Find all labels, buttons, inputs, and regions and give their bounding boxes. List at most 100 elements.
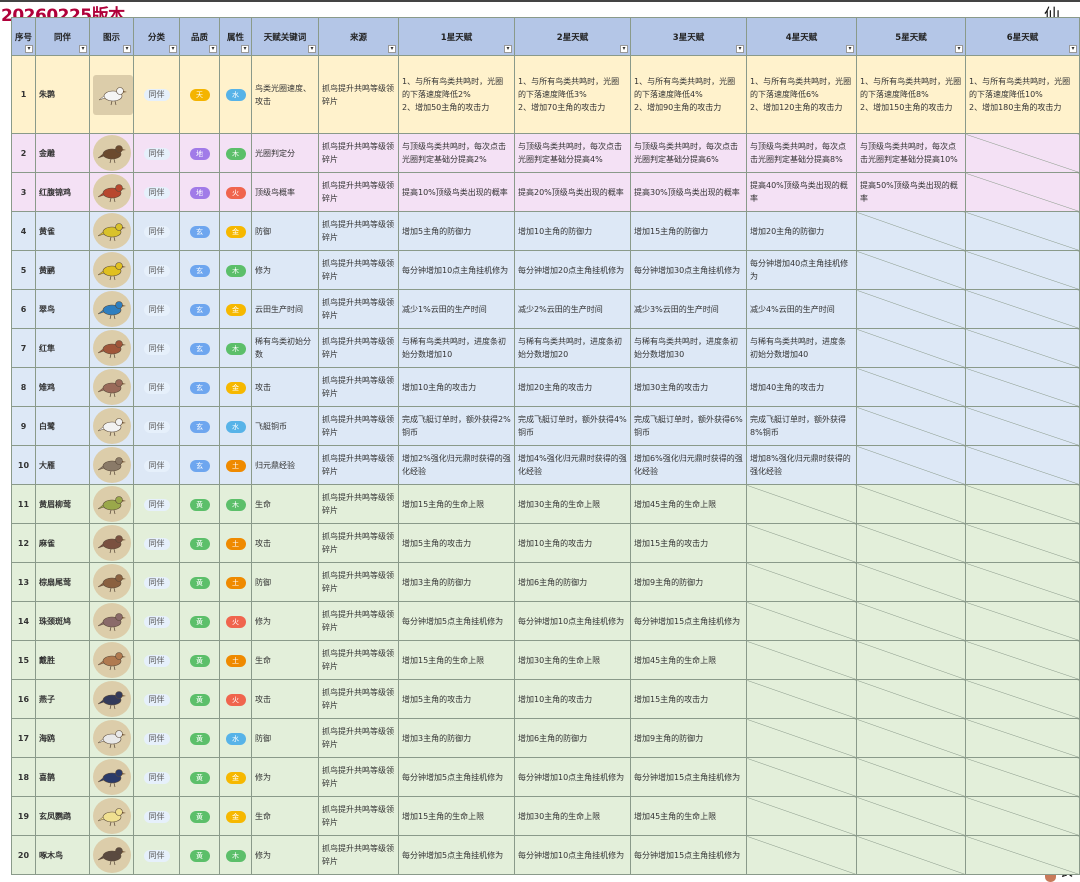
- attribute-badge: 土: [225, 537, 246, 550]
- filter-dropdown-icon[interactable]: ▾: [123, 45, 131, 53]
- table-row[interactable]: 4 黄雀 同伴 玄 金 防御 抓鸟提升共鸣等级领碎片 增加5主角的防御力 增加10主…: [11, 211, 1080, 251]
- column-header[interactable]: 天赋关键词 ▾: [251, 17, 319, 56]
- bird-image: [93, 330, 131, 366]
- filter-dropdown-icon[interactable]: ▾: [388, 45, 396, 53]
- category-cell: 同伴: [133, 328, 180, 368]
- table-row[interactable]: 16 燕子 同伴 黄 火 攻击 抓鸟提升共鸣等级领碎片 增加5主角的攻击力 增加10…: [11, 679, 1080, 719]
- filter-dropdown-icon[interactable]: ▾: [504, 45, 512, 53]
- talent-star-2: 增加4%强化归元鼎时获得的强化经验: [514, 445, 631, 485]
- table-row[interactable]: 9 白鹭 同伴 玄 水 飞艇铜币 抓鸟提升共鸣等级领碎片 完成飞艇订单时，额外获得…: [11, 406, 1080, 446]
- source-cell: 抓鸟提升共鸣等级领碎片: [318, 562, 399, 602]
- companion-name: 翠鸟: [35, 289, 90, 329]
- table-row[interactable]: 7 红隼 同伴 玄 木 稀有鸟类初始分数 抓鸟提升共鸣等级领碎片 与稀有鸟类共鸣时…: [11, 328, 1080, 368]
- bird-image-cell: [89, 172, 134, 212]
- filter-dropdown-icon[interactable]: ▾: [241, 45, 249, 53]
- talent-empty-cell: [856, 211, 966, 251]
- talent-empty-cell: [965, 601, 1080, 641]
- filter-dropdown-icon[interactable]: ▾: [955, 45, 963, 53]
- column-header-label: 天赋关键词: [263, 32, 307, 43]
- companion-name: 燕子: [35, 679, 90, 719]
- talent-star-1: 每分钟增加5点主角挂机修为: [398, 835, 515, 875]
- category-tag: 同伴: [143, 810, 170, 823]
- bird-icon: [97, 691, 126, 710]
- talent-empty-cell: [965, 757, 1080, 797]
- table-row[interactable]: 13 棕扇尾莺 同伴 黄 土 防御 抓鸟提升共鸣等级领碎片 增加3主角的防御力 增加…: [11, 562, 1080, 602]
- talent-empty-cell: [965, 796, 1080, 836]
- column-header[interactable]: 同伴 ▾: [35, 17, 90, 56]
- filter-dropdown-icon[interactable]: ▾: [1069, 45, 1077, 53]
- companion-name: 红隼: [35, 328, 90, 368]
- bird-image: [93, 642, 131, 678]
- talent-empty-cell: [856, 796, 966, 836]
- category-tag: 同伴: [143, 303, 170, 316]
- column-header[interactable]: 6星天赋 ▾: [965, 17, 1080, 56]
- bird-image: [93, 525, 131, 561]
- talent-star-6: 1、与所有鸟类共鸣时，光圈的下落速度降低10% 2、增加180主角的攻击力: [965, 55, 1080, 134]
- column-header-label: 2星天赋: [556, 32, 589, 43]
- filter-dropdown-icon[interactable]: ▾: [736, 45, 744, 53]
- bird-image-cell: [89, 211, 134, 251]
- filter-dropdown-icon[interactable]: ▾: [25, 45, 33, 53]
- attribute-badge: 金: [225, 381, 246, 394]
- table-row[interactable]: 20 啄木鸟 同伴 黄 木 修为 抓鸟提升共鸣等级领碎片 每分钟增加5点主角挂机修…: [11, 835, 1080, 875]
- column-header[interactable]: 4星天赋 ▾: [746, 17, 857, 56]
- column-header[interactable]: 属性 ▾: [219, 17, 252, 56]
- talent-star-1: 每分钟增加10点主角挂机修为: [398, 250, 515, 290]
- table-body: 1 朱鹮 同伴 天 水 鸟类光圈速度、攻击 抓鸟提升共鸣等级领碎片 1、与所有鸟类…: [11, 55, 1080, 875]
- talent-star-3: 每分钟增加15点主角挂机修为: [630, 601, 747, 641]
- attribute-badge: 火: [225, 693, 246, 706]
- table-row[interactable]: 11 黄眉柳莺 同伴 黄 木 生命 抓鸟提升共鸣等级领碎片 增加15主角的生命上限…: [11, 484, 1080, 524]
- row-number: 20: [11, 835, 36, 875]
- talent-star-4: 增加20主角的防御力: [746, 211, 857, 251]
- talent-empty-cell: [856, 523, 966, 563]
- column-header[interactable]: 2星天赋 ▾: [514, 17, 631, 56]
- talent-star-1: 1、与所有鸟类共鸣时，光圈的下落速度降低2% 2、增加50主角的攻击力: [398, 55, 515, 134]
- table-row[interactable]: 12 麻雀 同伴 黄 土 攻击 抓鸟提升共鸣等级领碎片 增加5主角的攻击力 增加10…: [11, 523, 1080, 563]
- column-header[interactable]: 5星天赋 ▾: [856, 17, 966, 56]
- category-tag: 同伴: [143, 693, 170, 706]
- column-header[interactable]: 图示 ▾: [89, 17, 134, 56]
- table-row[interactable]: 8 雉鸡 同伴 玄 金 攻击 抓鸟提升共鸣等级领碎片 增加10主角的攻击力 增加20…: [11, 367, 1080, 407]
- talent-star-1: 增加15主角的生命上限: [398, 484, 515, 524]
- column-header[interactable]: 3星天赋 ▾: [630, 17, 747, 56]
- talent-star-2: 与顶级鸟类共鸣时，每次点击光圈判定基础分提高4%: [514, 133, 631, 173]
- filter-dropdown-icon[interactable]: ▾: [209, 45, 217, 53]
- quality-cell: 黄: [179, 601, 220, 641]
- table-row[interactable]: 18 喜鹊 同伴 黄 金 修为 抓鸟提升共鸣等级领碎片 每分钟增加5点主角挂机修为…: [11, 757, 1080, 797]
- quality-cell: 黄: [179, 640, 220, 680]
- table-row[interactable]: 17 海鸥 同伴 黄 水 防御 抓鸟提升共鸣等级领碎片 增加3主角的防御力 增加6主…: [11, 718, 1080, 758]
- talent-star-4: 提高40%顶级鸟类出现的概率: [746, 172, 857, 212]
- column-header[interactable]: 1星天赋 ▾: [398, 17, 515, 56]
- talent-star-1: 增加10主角的攻击力: [398, 367, 515, 407]
- table-row[interactable]: 10 大雁 同伴 玄 土 归元鼎经验 抓鸟提升共鸣等级领碎片 增加2%强化归元鼎时…: [11, 445, 1080, 485]
- table-row[interactable]: 6 翠鸟 同伴 玄 金 云田生产时间 抓鸟提升共鸣等级领碎片 减少1%云田的生产时…: [11, 289, 1080, 329]
- table-row[interactable]: 1 朱鹮 同伴 天 水 鸟类光圈速度、攻击 抓鸟提升共鸣等级领碎片 1、与所有鸟类…: [11, 55, 1080, 134]
- table-row[interactable]: 3 红腹锦鸡 同伴 地 火 顶级鸟概率 抓鸟提升共鸣等级领碎片 提高10%顶级鸟类…: [11, 172, 1080, 212]
- table-row[interactable]: 15 戴胜 同伴 黄 土 生命 抓鸟提升共鸣等级领碎片 增加15主角的生命上限 增加…: [11, 640, 1080, 680]
- filter-dropdown-icon[interactable]: ▾: [169, 45, 177, 53]
- table-row[interactable]: 19 玄凤鹦鹉 同伴 黄 金 生命 抓鸟提升共鸣等级领碎片 增加15主角的生命上限…: [11, 796, 1080, 836]
- category-tag: 同伴: [143, 147, 170, 160]
- source-cell: 抓鸟提升共鸣等级领碎片: [318, 835, 399, 875]
- filter-dropdown-icon[interactable]: ▾: [308, 45, 316, 53]
- table-row[interactable]: 14 珠颈斑鸠 同伴 黄 火 修为 抓鸟提升共鸣等级领碎片 每分钟增加5点主角挂机…: [11, 601, 1080, 641]
- table-row[interactable]: 2 金雕 同伴 地 木 光圈判定分 抓鸟提升共鸣等级领碎片 与顶级鸟类共鸣时，每次…: [11, 133, 1080, 173]
- category-cell: 同伴: [133, 250, 180, 290]
- column-header[interactable]: 分类 ▾: [133, 17, 180, 56]
- column-header[interactable]: 品质 ▾: [179, 17, 220, 56]
- column-header-label: 同伴: [53, 32, 71, 43]
- column-header[interactable]: 来源 ▾: [318, 17, 399, 56]
- window-top-border: [0, 0, 1080, 2]
- quality-badge: 玄: [189, 459, 210, 472]
- filter-dropdown-icon[interactable]: ▾: [620, 45, 628, 53]
- talent-empty-cell: [965, 250, 1080, 290]
- filter-dropdown-icon[interactable]: ▾: [846, 45, 854, 53]
- column-header[interactable]: 序号 ▾: [11, 17, 36, 56]
- filter-dropdown-icon[interactable]: ▾: [79, 45, 87, 53]
- bird-icon: [97, 535, 126, 554]
- table-row[interactable]: 5 黄鹂 同伴 玄 木 修为 抓鸟提升共鸣等级领碎片 每分钟增加10点主角挂机修为…: [11, 250, 1080, 290]
- talent-keyword: 修为: [251, 601, 319, 641]
- quality-cell: 黄: [179, 757, 220, 797]
- talent-empty-cell: [965, 445, 1080, 485]
- category-tag: 同伴: [143, 264, 170, 277]
